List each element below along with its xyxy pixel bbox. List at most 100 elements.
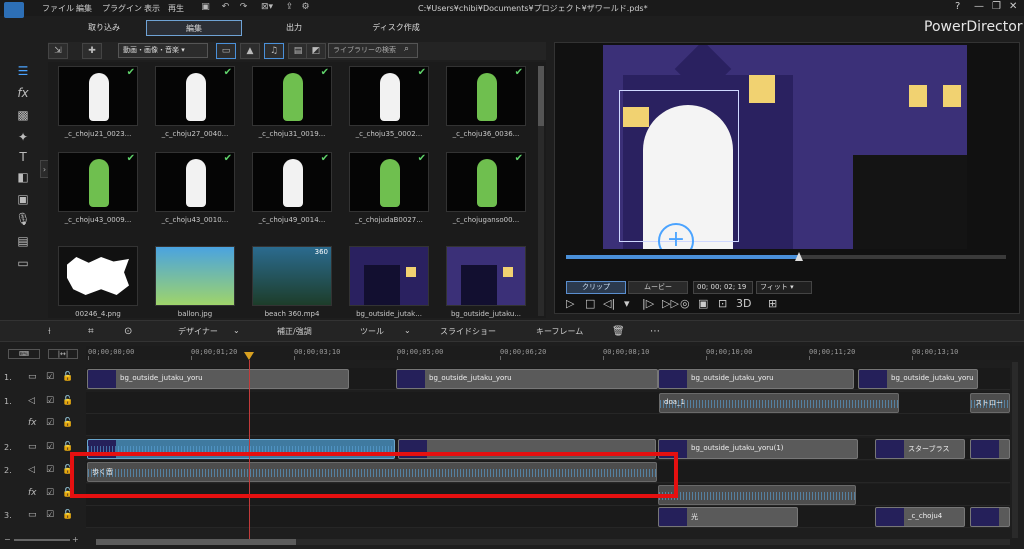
chapter-icon[interactable]: ▤ [14,232,32,250]
next-frame-icon[interactable]: |▷ [642,297,654,310]
save-icon[interactable]: ▣ [200,2,211,13]
timeline-h-scrollbar-thumb[interactable] [96,539,296,545]
lock-icon[interactable]: 🔓 [62,418,73,428]
snapshot-icon[interactable]: ◎ [680,297,690,310]
tab-produce[interactable]: 出力 [254,20,334,36]
list-view-icon[interactable]: ▤ [288,43,308,59]
tab-edit[interactable]: 編集 [146,20,242,36]
music-filter-icon[interactable]: ♫ [264,43,284,59]
track-manager-icon[interactable]: ⌨ [8,349,40,359]
library-thumbnail[interactable]: ✔ [155,152,235,212]
play-icon[interactable]: ▷ [566,297,574,310]
movie-mode-button[interactable]: ムービー [628,281,688,294]
title-room-icon[interactable]: T [14,148,32,166]
timeline-clip[interactable]: doa_1 [659,393,899,413]
video-filter-icon[interactable]: ▭ [216,43,236,59]
fullscreen-icon[interactable]: ⊡ [718,297,727,310]
library-thumbnail[interactable]: ✔ [349,66,429,126]
lock-icon[interactable]: 🔓 [62,510,73,520]
library-thumbnail[interactable]: ✔ [58,66,138,126]
media-room-icon[interactable]: ☰ [14,62,32,80]
zoom-fit-select[interactable]: フィット ▾ [756,281,812,294]
library-thumbnail[interactable] [349,246,429,306]
undo-icon[interactable]: ↶ [220,2,231,13]
zoom-in-icon[interactable]: + [72,535,79,544]
tab-disc[interactable]: ディスク作成 [348,20,444,36]
library-thumbnail[interactable]: ✔ [446,66,526,126]
minimize-icon[interactable]: — [974,1,984,12]
timeline-clip[interactable]: ストロー [970,393,1010,413]
fx-room-icon[interactable]: fx [14,84,32,102]
restore-icon[interactable]: ❐ [992,1,1001,12]
tab-capture[interactable]: 取り込み [66,20,142,36]
fit-timeline-icon[interactable]: |↔| [48,349,78,359]
menu-play[interactable]: 再生 [168,3,184,14]
track-enable-checkbox[interactable]: ☑ [46,372,54,382]
track-enable-checkbox[interactable]: ☑ [46,418,54,428]
import-icon[interactable]: ⇲ [48,43,68,59]
redo-icon[interactable]: ↷ [238,2,249,13]
thumbnail-size-icon[interactable]: ◩ [306,43,326,59]
track-enable-checkbox[interactable]: ☑ [46,510,54,520]
timeline-v-scrollbar[interactable] [1012,362,1018,538]
mark-icon[interactable]: ▾ [624,297,630,310]
selection-box[interactable] [619,90,739,242]
voiceover-icon[interactable]: 🎙 [14,210,32,228]
subtitle-icon[interactable]: ▭ [14,254,32,272]
zoom-out-icon[interactable]: − [4,535,11,544]
library-filter-select[interactable]: 動画・画像・音楽 ▾ [118,43,208,58]
timeline-clip[interactable]: スターブラス [875,439,965,459]
clip-mode-button[interactable]: クリップ [566,281,626,294]
more-functions-icon[interactable]: ⋯ [650,326,660,337]
split-icon[interactable]: ⟊ [48,326,51,337]
volume-icon[interactable]: ▣ [698,297,708,310]
lock-icon[interactable]: 🔓 [62,396,73,406]
library-thumbnail[interactable] [155,246,235,306]
library-thumbnail[interactable] [58,246,138,306]
search-icon[interactable]: ⌕ [404,44,409,54]
timeline-clip[interactable] [970,439,1010,459]
timeline-clip[interactable] [658,485,856,505]
timeline-clip[interactable]: bg_outside_jutaku_yoru(1) [658,439,858,459]
library-thumbnail[interactable]: ✔ [252,152,332,212]
zoom-slider[interactable] [14,539,70,541]
track-enable-checkbox[interactable]: ☑ [46,442,54,452]
lock-icon[interactable]: 🔓 [62,442,73,452]
mode-3d-label[interactable]: 3D [736,297,751,310]
enhance-button[interactable]: 補正/強調 [277,326,312,337]
render-icon[interactable]: ⊠▾ [256,2,278,13]
transition-room-icon[interactable]: ◧ [14,168,32,186]
timecode-field[interactable]: 00; 00; 02; 19 [693,281,753,294]
timeline-clip[interactable]: 光 [658,507,798,527]
designer-button[interactable]: デザイナー [178,326,218,337]
timeline-clip[interactable]: bg_outside_jutaku_yoru [658,369,854,389]
library-thumbnail[interactable] [446,246,526,306]
timeline-clip[interactable]: bg_outside_jutaku_yoru [858,369,978,389]
timeline-clip[interactable] [970,507,1010,527]
designer-dropdown-icon[interactable]: ⌄ [233,326,240,335]
pip-room-icon[interactable]: ▩ [14,106,32,124]
fast-forward-icon[interactable]: ▷▷ [662,297,679,310]
track-enable-checkbox[interactable]: ☑ [46,488,54,498]
track-enable-checkbox[interactable]: ☑ [46,465,54,475]
library-thumbnail[interactable]: ✔ [349,152,429,212]
menu-edit[interactable]: 編集 [76,3,92,14]
prev-frame-icon[interactable]: ◁| [603,297,615,310]
tools-button[interactable]: ツール [360,326,384,337]
library-thumbnail[interactable]: ✔ [446,152,526,212]
track-lane[interactable] [86,414,1010,436]
menu-view[interactable]: 表示 [144,3,160,14]
upload-icon[interactable]: ⇪ [284,2,295,13]
timeline-clip[interactable]: bg_outside_jutaku_yoru [396,369,658,389]
timeline-clip[interactable]: bg_outside_jutaku_yoru [87,369,349,389]
track-enable-checkbox[interactable]: ☑ [46,396,54,406]
plugin-icon[interactable]: ✚ [82,43,102,59]
library-thumbnail[interactable]: ✔ [58,152,138,212]
library-thumbnail[interactable]: 360 [252,246,332,306]
track-lane[interactable] [86,506,1010,528]
slideshow-button[interactable]: スライドショー [440,326,496,337]
help-icon[interactable]: ? [955,1,960,12]
audio-mix-icon[interactable]: ▣ [14,190,32,208]
settings-icon[interactable]: ⚙ [300,2,311,13]
library-scrollbar-thumb[interactable] [538,66,544,126]
